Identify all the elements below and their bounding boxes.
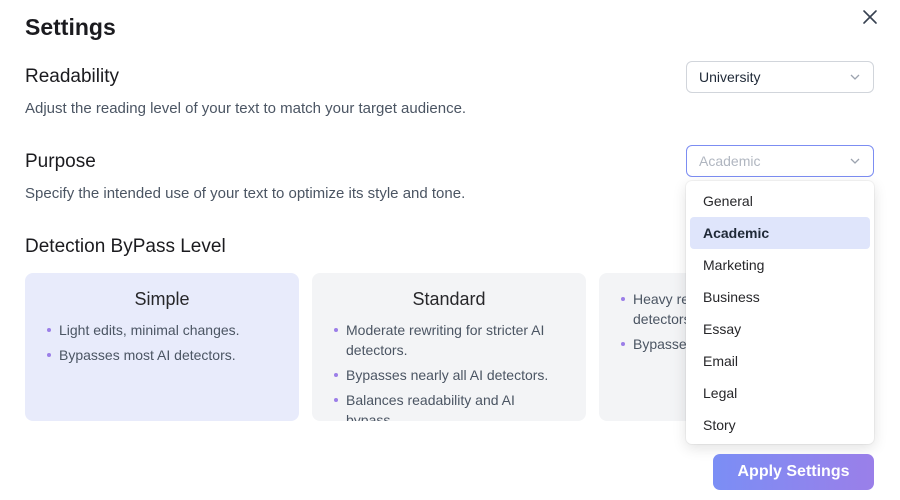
dropdown-option-essay[interactable]: Essay [690,313,870,345]
close-icon[interactable] [861,8,879,26]
bypass-card-standard[interactable]: Standard Moderate rewriting for stricter… [312,273,586,421]
dropdown-option-general[interactable]: General [690,185,870,217]
readability-description: Adjust the reading level of your text to… [25,100,467,117]
card-bullet: Light edits, minimal changes. [47,320,277,340]
readability-select-value: University [699,69,761,85]
dropdown-option-marketing[interactable]: Marketing [690,249,870,281]
dropdown-option-academic[interactable]: Academic [690,217,870,249]
card-title: Standard [412,289,486,309]
purpose-description: Specify the intended use of your text to… [25,185,466,202]
page-title: Settings [25,14,116,40]
close-button[interactable] [861,8,879,26]
card-bullet: Bypasses nearly all AI detectors. [334,365,564,385]
dropdown-option-business[interactable]: Business [690,281,870,313]
dropdown-option-email[interactable]: Email [690,345,870,377]
readability-title: Readability [25,66,119,87]
readability-select[interactable]: University [686,61,874,93]
card-bullet: Balances readability and AI bypass. [334,390,564,421]
purpose-select-placeholder: Academic [699,153,761,169]
dropdown-option-legal[interactable]: Legal [690,377,870,409]
bypass-card-simple[interactable]: Simple Light edits, minimal changes. Byp… [25,273,299,421]
card-bullet: Bypasses most AI detectors. [47,345,277,365]
card-title: Simple [134,289,190,309]
card-bullet: Moderate rewriting for stricter AI detec… [334,320,564,360]
bypass-title: Detection ByPass Level [25,236,226,257]
dropdown-option-story[interactable]: Story [690,409,870,441]
chevron-down-icon [850,158,860,164]
purpose-title: Purpose [25,151,96,172]
apply-settings-button[interactable]: Apply Settings [713,454,874,490]
purpose-dropdown-menu: General Academic Marketing Business Essa… [686,181,874,444]
chevron-down-icon [850,74,860,80]
purpose-select[interactable]: Academic [686,145,874,177]
